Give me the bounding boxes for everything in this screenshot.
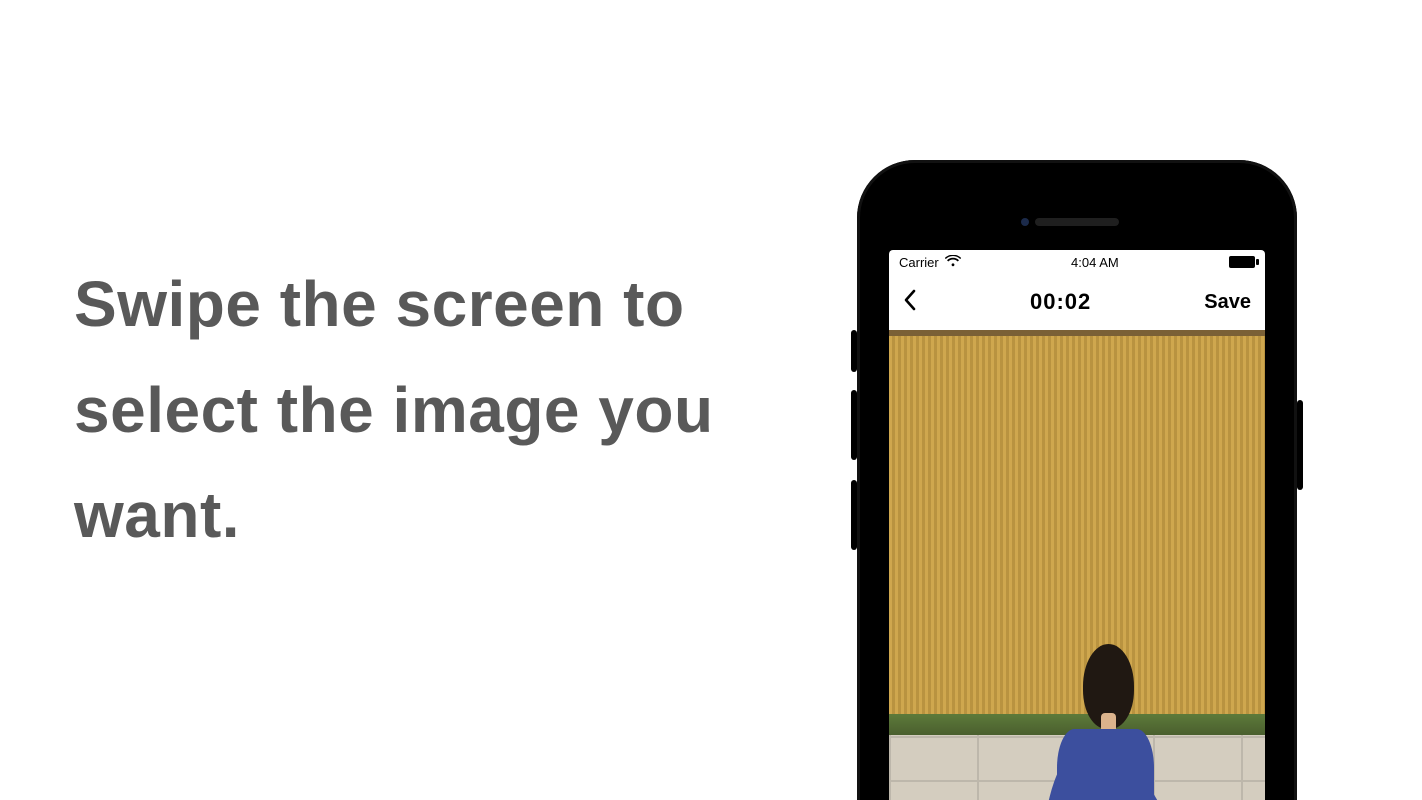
video-timestamp: 00:02 [1030, 289, 1091, 315]
phone-screen[interactable]: Carrier 4:04 AM 00:02 Save [889, 250, 1265, 800]
phone-volume-up [851, 390, 857, 460]
frame-preview[interactable] [889, 330, 1265, 800]
phone-bezel: Carrier 4:04 AM 00:02 Save [875, 178, 1279, 800]
save-button[interactable]: Save [1204, 291, 1251, 314]
proximity-sensor [1021, 218, 1029, 226]
photo-child [1039, 644, 1167, 800]
promo-headline: Swipe the screen to select the image you… [74, 252, 794, 569]
app-nav-bar: 00:02 Save [889, 274, 1265, 330]
battery-icon [1229, 256, 1255, 268]
phone-mute-switch [851, 330, 857, 372]
phone-frame: Carrier 4:04 AM 00:02 Save [857, 160, 1297, 800]
phone-speaker [1035, 218, 1119, 226]
chevron-left-icon [903, 289, 917, 311]
back-button[interactable] [903, 289, 917, 315]
status-time: 4:04 AM [1071, 255, 1119, 270]
status-bar: Carrier 4:04 AM [889, 250, 1265, 274]
carrier-label: Carrier [899, 255, 939, 270]
wifi-icon [945, 255, 961, 270]
phone-power-button [1297, 400, 1303, 490]
promo-stage: Swipe the screen to select the image you… [0, 0, 1422, 800]
phone-volume-down [851, 480, 857, 550]
